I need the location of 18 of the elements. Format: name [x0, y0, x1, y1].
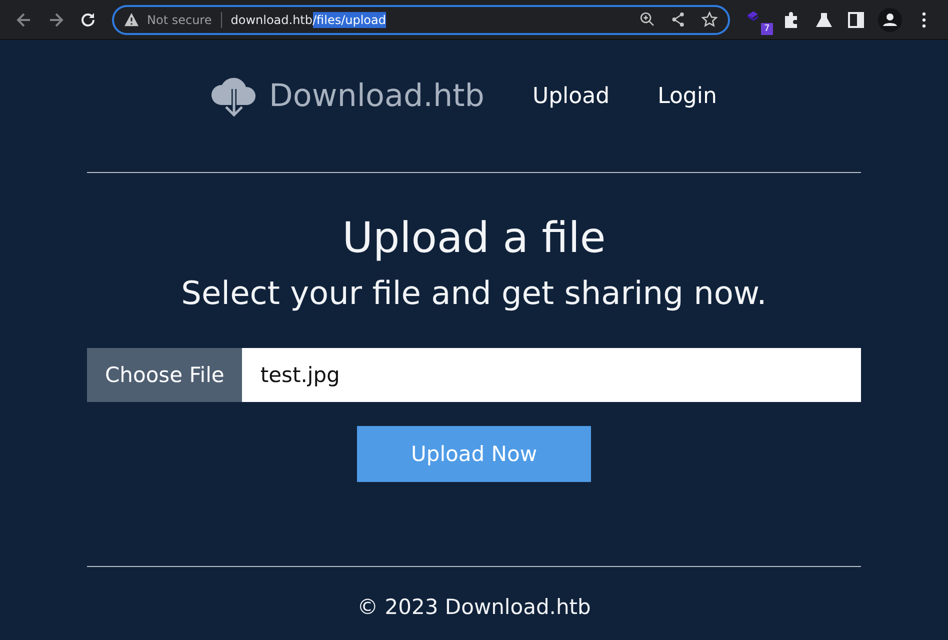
zoom-icon[interactable]	[639, 11, 656, 28]
page-subtitle: Select your file and get sharing now.	[180, 274, 768, 312]
file-name: test.jpg	[259, 362, 340, 389]
footer-copyright: © 2023 Download.htb	[356, 595, 592, 619]
site-brand[interactable]: Download.htb	[269, 78, 484, 114]
security-label[interactable]: Not secure	[147, 12, 212, 26]
notification-badge: 7	[761, 22, 773, 34]
page-title: Upload a file	[341, 213, 607, 262]
choose-file-button[interactable]: Choose File	[87, 348, 242, 402]
nav-link[interactable]: Login	[658, 84, 717, 108]
profile-icon[interactable]	[878, 8, 902, 32]
star-icon[interactable]	[701, 11, 718, 28]
share-icon[interactable]	[670, 11, 687, 28]
side-panel-icon[interactable]	[846, 10, 866, 30]
file-input[interactable]: Choose File test.jpg	[87, 348, 861, 402]
warning-icon	[124, 12, 139, 27]
nav-link[interactable]: Upload	[532, 84, 610, 108]
url-host: download.htb	[230, 12, 313, 26]
